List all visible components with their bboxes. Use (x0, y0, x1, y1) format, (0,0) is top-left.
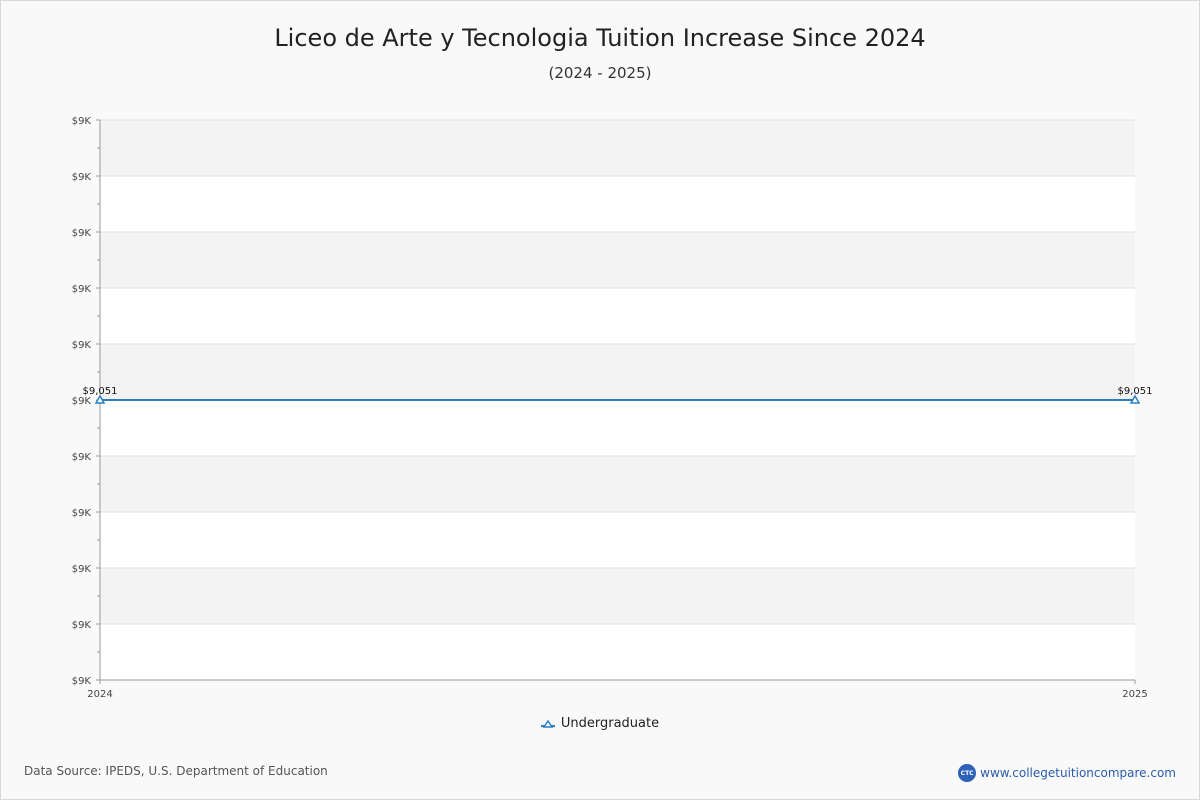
legend-label-undergraduate: Undergraduate (560, 716, 660, 731)
grid-band (100, 344, 1135, 400)
data-source: Data Source: IPEDS, U.S. Department of E… (24, 764, 328, 778)
triangle-marker-icon (540, 719, 555, 728)
line-chart: $9K $9K $9K $9K $9K $9K $9K $9K $9K $9K $9K 2024 202… (72, 116, 1153, 700)
y-tick-label: $9K (72, 452, 92, 463)
grid-band (100, 456, 1135, 512)
grid-band (100, 120, 1135, 176)
ctc-logo-icon: CTC (958, 764, 977, 782)
y-tick-label: $9K (72, 116, 92, 127)
y-tick-label: $9K (72, 676, 92, 687)
y-tick-label: $9K (72, 284, 92, 295)
y-tick-label: $9K (72, 340, 92, 351)
y-tick-label: $9K (72, 564, 92, 575)
x-tick-label: 2025 (1122, 689, 1147, 700)
y-tick-label: $9K (72, 172, 92, 183)
y-tick-label: $9K (72, 396, 92, 407)
y-tick-label: $9K (72, 228, 92, 239)
grid-band (100, 568, 1135, 624)
data-label: $9,051 (1118, 386, 1153, 397)
brand-link[interactable]: CTC www.collegetuitioncompare.com (958, 764, 1176, 782)
data-label: $9,051 (83, 386, 118, 397)
grid-band (100, 232, 1135, 288)
y-tick-label: $9K (72, 508, 92, 519)
x-tick-label: 2024 (87, 689, 112, 700)
brand-url: www.collegetuitioncompare.com (980, 766, 1176, 780)
y-tick-label: $9K (72, 620, 92, 631)
legend[interactable]: Undergraduate (0, 716, 1200, 731)
